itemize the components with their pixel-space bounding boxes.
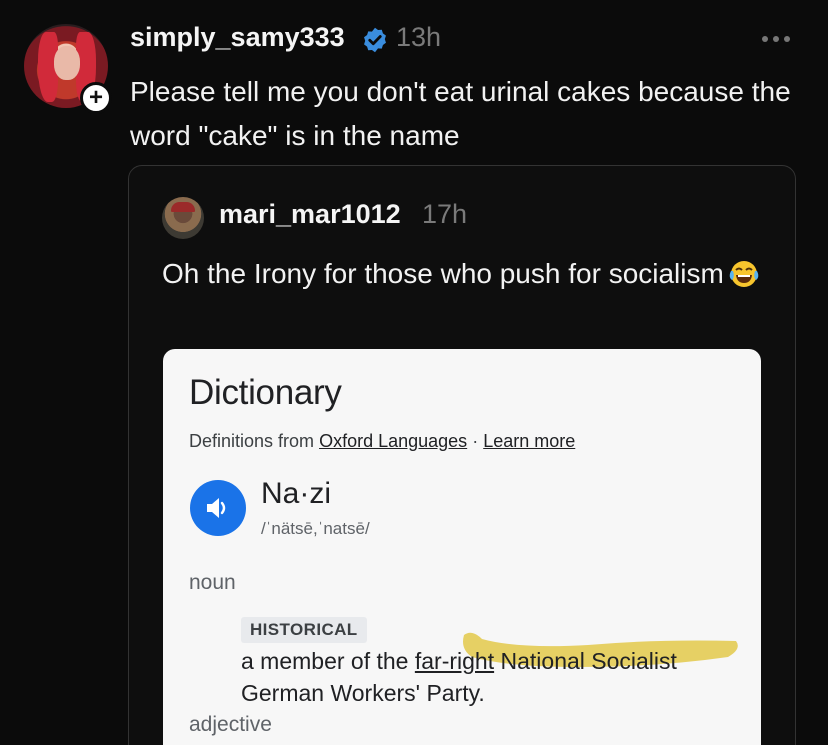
avatar-cap: [171, 202, 195, 212]
quoted-username[interactable]: mari_mar1012: [219, 199, 401, 230]
dictionary-source: Definitions from Oxford Languages · Lear…: [189, 431, 575, 452]
source-prefix: Definitions from: [189, 431, 315, 451]
post-username[interactable]: simply_samy333: [130, 22, 345, 53]
headword: Na·zi: [261, 477, 332, 510]
post-text: Please tell me you don't eat urinal cake…: [130, 76, 791, 151]
laughing-emoji-icon: [729, 261, 759, 287]
definition-before: a member of the: [241, 648, 415, 674]
definition-text: a member of the far-right National Socia…: [241, 645, 751, 709]
historical-tag: HISTORICAL: [241, 617, 367, 643]
source-separator: ·: [472, 431, 479, 451]
quoted-timestamp: 17h: [422, 199, 468, 229]
verified-badge-icon: [364, 27, 386, 53]
part-of-speech-adjective: adjective: [189, 713, 272, 736]
phonetic-spelling: /ˈnätsē,ˈnatsē/: [261, 519, 370, 538]
more-options-icon[interactable]: [762, 36, 790, 42]
oxford-languages-link[interactable]: Oxford Languages: [319, 431, 467, 451]
quoted-text-body: Oh the Irony for those who push for soci…: [162, 258, 724, 289]
speaker-icon: [207, 498, 226, 518]
avatar-face: [54, 46, 80, 80]
part-of-speech-noun: noun: [189, 571, 236, 594]
learn-more-link[interactable]: Learn more: [483, 431, 575, 451]
speaker-button[interactable]: [190, 480, 246, 536]
follow-button[interactable]: +: [80, 82, 112, 114]
post-timestamp: 13h: [396, 22, 442, 52]
dictionary-card: Dictionary Definitions from Oxford Langu…: [163, 349, 761, 745]
far-right-link[interactable]: far-right: [415, 648, 494, 674]
quoted-avatar[interactable]: [162, 197, 204, 239]
dictionary-title: Dictionary: [189, 373, 342, 412]
quoted-text: Oh the Irony for those who push for soci…: [162, 252, 762, 296]
